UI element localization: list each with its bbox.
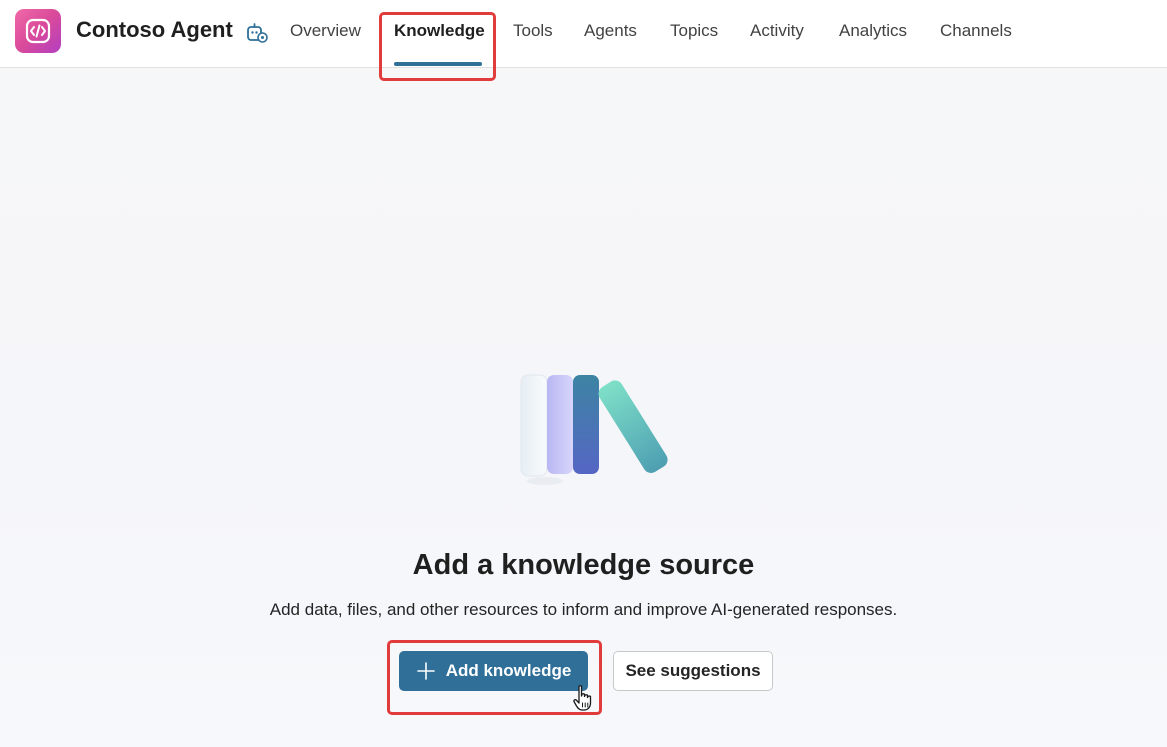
add-knowledge-button[interactable]: Add knowledge [399,651,588,691]
empty-state-title: Add a knowledge source [412,549,755,581]
active-tab-indicator [394,62,482,66]
app-title: Contoso Agent [76,17,233,42]
tab-knowledge[interactable]: Knowledge [394,21,485,41]
empty-state-subtitle: Add data, files, and other resources to … [269,600,898,619]
tab-agents[interactable]: Agents [584,21,637,41]
tab-activity[interactable]: Activity [750,21,804,41]
tab-tools[interactable]: Tools [513,21,553,41]
knowledge-books-illustration [510,365,680,490]
code-logo-icon [25,18,51,44]
tab-topics[interactable]: Topics [670,21,718,41]
agent-settings-icon[interactable] [245,20,269,44]
tab-overview[interactable]: Overview [290,21,361,41]
top-navigation-bar: Contoso Agent Overview Knowledge Tools A… [0,0,1167,68]
see-suggestions-button[interactable]: See suggestions [613,651,773,691]
plus-icon [416,662,435,680]
tab-analytics[interactable]: Analytics [839,21,907,41]
hand-pointer-icon [572,684,594,712]
tab-channels[interactable]: Channels [940,21,1012,41]
add-knowledge-label: Add knowledge [445,661,572,680]
app-logo-icon[interactable] [15,9,61,53]
